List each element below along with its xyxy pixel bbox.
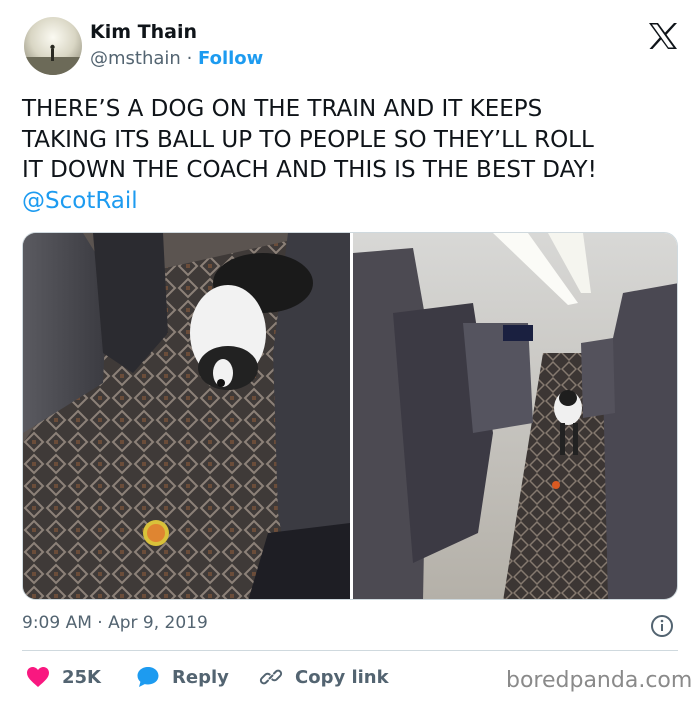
reply-button[interactable]: Reply	[136, 662, 229, 692]
author-meta: @msthain · Follow	[90, 48, 263, 69]
watermark: boredpanda.com	[506, 668, 693, 693]
tweet-media[interactable]	[22, 232, 678, 600]
avatar[interactable]	[24, 17, 82, 75]
mention-link[interactable]: @ScotRail	[22, 188, 138, 214]
author-name[interactable]: Kim Thain	[90, 21, 197, 43]
author-handle[interactable]: @msthain	[90, 48, 181, 69]
copy-link-label: Copy link	[295, 666, 389, 688]
tweet-timestamp[interactable]: 9:09 AM · Apr 9, 2019	[22, 613, 208, 633]
tweet-text: THERE’S A DOG ON THE TRAIN AND IT KEEPS …	[22, 94, 682, 216]
link-icon	[259, 669, 283, 685]
follow-button[interactable]: Follow	[198, 48, 263, 69]
photo-dog-with-ball[interactable]	[23, 233, 350, 599]
tweet-line: TAKING ITS BALL UP TO PEOPLE SO THEY’LL …	[22, 126, 594, 153]
separator: ·	[186, 48, 193, 69]
reply-label: Reply	[172, 666, 229, 688]
copy-link-button[interactable]: Copy link	[259, 662, 389, 692]
tweet-line: IT DOWN THE COACH AND THIS IS THE BEST D…	[22, 157, 597, 183]
avatar-image	[24, 17, 82, 75]
heart-icon	[27, 667, 49, 687]
speech-bubble-icon	[137, 667, 159, 687]
info-icon[interactable]	[650, 614, 674, 638]
divider	[22, 650, 678, 651]
photo-train-aisle[interactable]	[353, 233, 677, 599]
like-count: 25K	[62, 666, 101, 688]
x-logo-icon[interactable]	[648, 22, 678, 50]
tweet-line: THERE’S A DOG ON THE TRAIN AND IT KEEPS	[22, 96, 543, 122]
like-button[interactable]: 25K	[26, 662, 101, 692]
